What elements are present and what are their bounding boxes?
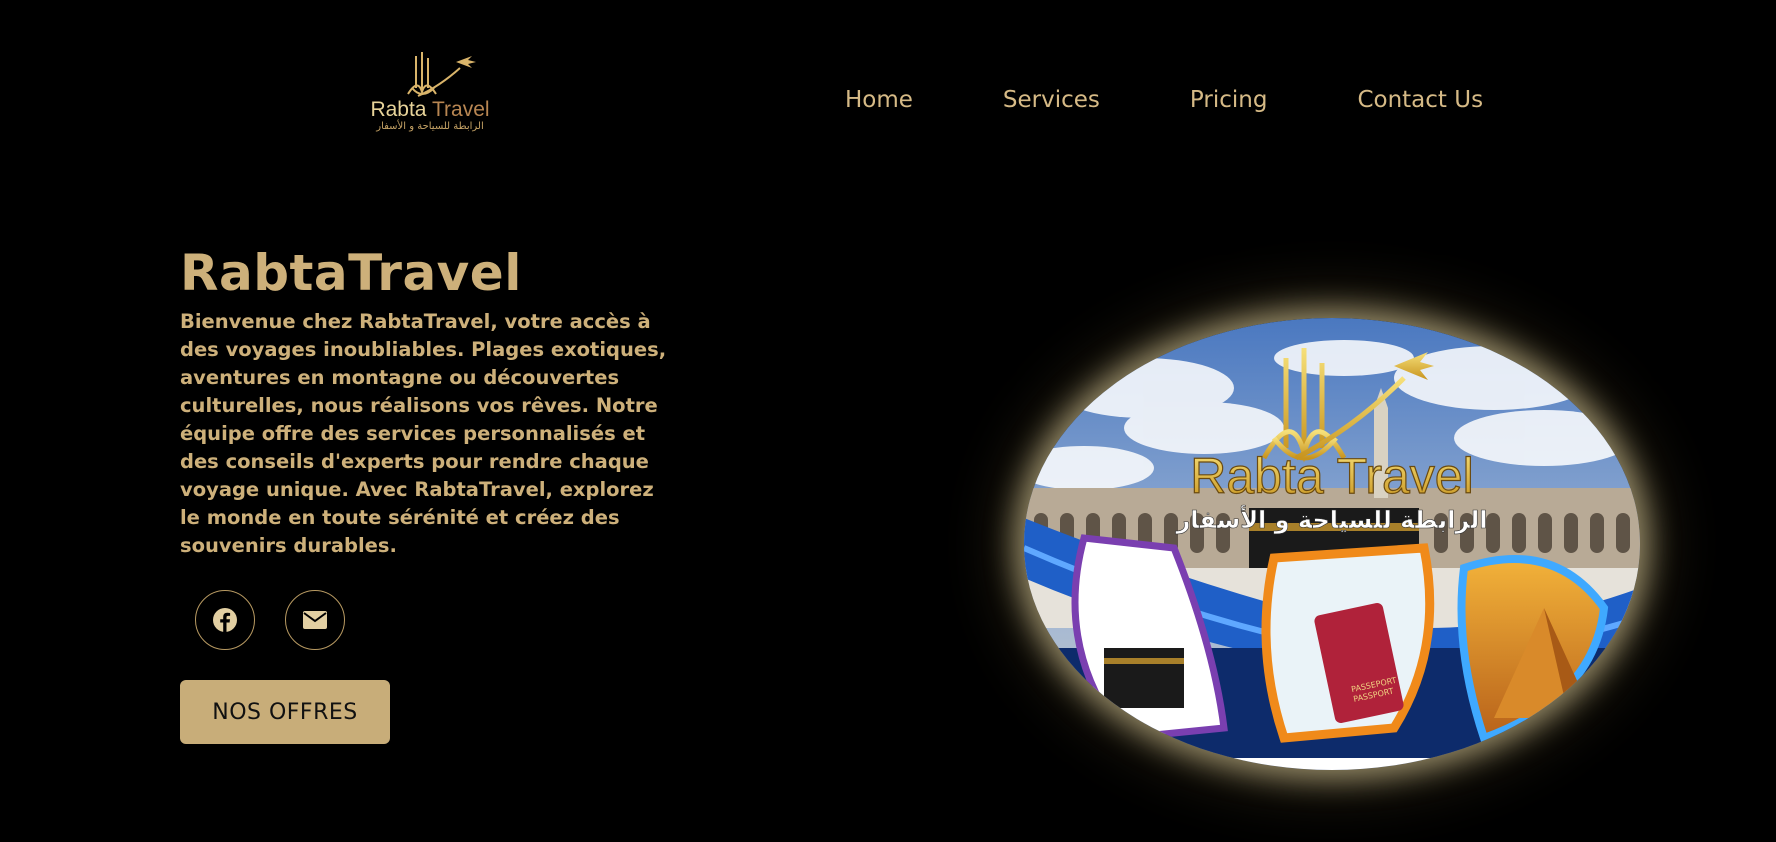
social-links bbox=[195, 590, 375, 650]
nos-offres-button[interactable]: NOS OFFRES bbox=[180, 680, 390, 744]
hero-description: Bienvenue chez RabtaTravel, votre accès … bbox=[180, 310, 667, 557]
banner-arabic-title: الرابطة للسياحة و الأسفار bbox=[1175, 505, 1487, 534]
logo-arabic-text: الرابطة للسياحة و الأسفار bbox=[376, 121, 484, 132]
brand-logo[interactable]: Rabta Travel الرابطة للسياحة و الأسفار bbox=[360, 48, 500, 140]
main-nav: Home Services Pricing Contact Us bbox=[845, 87, 1483, 113]
page: Rabta Travel الرابطة للسياحة و الأسفار H… bbox=[0, 0, 1776, 842]
banner-title: Rabta Travel bbox=[1190, 448, 1473, 504]
envelope-icon bbox=[303, 611, 327, 629]
email-button[interactable] bbox=[285, 590, 345, 650]
hero-title: RabtaTravel bbox=[180, 244, 522, 302]
nav-contact-link[interactable]: Contact Us bbox=[1357, 87, 1483, 113]
logo-wordmark: Rabta Travel bbox=[370, 98, 490, 121]
nav-services-link[interactable]: Services bbox=[1003, 87, 1100, 113]
nav-home-link[interactable]: Home bbox=[845, 87, 913, 113]
facebook-button[interactable] bbox=[195, 590, 255, 650]
hero-banner-image: PASSEPORT PASSPORT Rabta Travel الرابطة … bbox=[1024, 318, 1640, 770]
hero-banner-illustration: PASSEPORT PASSPORT Rabta Travel الرابطة … bbox=[1024, 318, 1640, 770]
facebook-icon bbox=[213, 608, 237, 632]
nav-pricing-link[interactable]: Pricing bbox=[1190, 87, 1268, 113]
